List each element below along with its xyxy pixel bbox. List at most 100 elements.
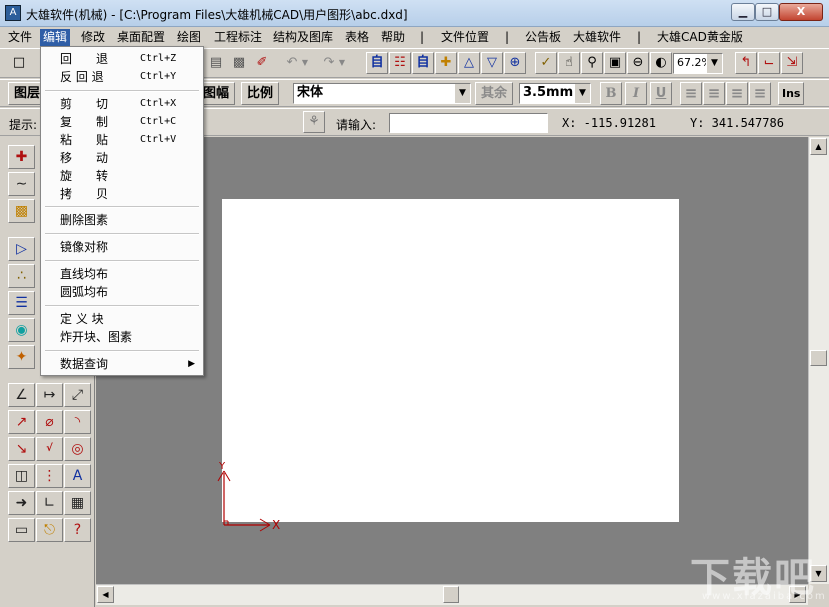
block-icon[interactable]: ◫ (8, 464, 35, 488)
menu-item-data-query[interactable]: 数据查询 ▶ (43, 355, 201, 373)
underline-button[interactable]: U (650, 82, 672, 105)
redo-dropdown-icon[interactable]: ▼ (336, 52, 348, 74)
text-edit-icon[interactable]: 自 (366, 52, 388, 74)
orthogonal-icon[interactable]: ⌙ (758, 52, 780, 74)
menu-help[interactable]: 帮助 (378, 29, 408, 46)
rectangle-icon[interactable]: ▭ (8, 518, 35, 542)
undo-dropdown-icon[interactable]: ▼ (299, 52, 311, 74)
arc-dim-icon[interactable]: ◝ (64, 410, 91, 434)
paste-icon[interactable]: ▤ (205, 52, 227, 74)
new-file-icon[interactable]: □ (8, 52, 30, 74)
menu-desktop-config[interactable]: 桌面配置 (114, 29, 168, 46)
coordinate-icon[interactable]: ⇲ (781, 52, 803, 74)
menu-structure-library[interactable]: 结构及图库 (270, 29, 336, 46)
menu-item-delete-entity[interactable]: 删除图素 (43, 211, 201, 229)
radius-dim-icon[interactable]: ↗ (8, 410, 35, 434)
menu-item-mirror[interactable]: 镜像对称 (43, 238, 201, 256)
menu-gold-edition[interactable]: 大雄CAD黄金版 (654, 29, 746, 46)
app-icon[interactable]: A (5, 5, 21, 21)
redraw-icon[interactable]: ↰ (735, 52, 757, 74)
center-line-icon[interactable]: ⋮ (36, 464, 63, 488)
font-select[interactable]: 宋体 ▼ (293, 83, 471, 104)
zoom-select[interactable]: 67.2% ▼ (673, 53, 723, 74)
text-style-icon[interactable]: 自 (412, 52, 434, 74)
snap-point-icon[interactable]: ✚ (435, 52, 457, 74)
menu-item-undo[interactable]: 回 退 Ctrl+Z (43, 50, 201, 68)
vertical-scroll-thumb[interactable] (810, 350, 827, 366)
triangle-icon[interactable]: ▽ (481, 52, 503, 74)
menu-file-location[interactable]: 文件位置 (438, 29, 492, 46)
menu-item-paste[interactable]: 粘 贴 Ctrl+V (43, 131, 201, 149)
text-size-select[interactable]: 3.5mm ▼ (519, 83, 591, 104)
scroll-up-icon[interactable]: ▲ (810, 138, 827, 155)
align-justify-icon[interactable]: ≡ (749, 82, 771, 105)
close-button[interactable]: X (779, 3, 823, 21)
menu-item-arc-array[interactable]: 圆弧均布 (43, 283, 201, 301)
scroll-left-icon[interactable]: ◀ (97, 586, 114, 603)
curve-icon[interactable]: ∼ (8, 172, 35, 196)
symbol-icon[interactable]: ⊕ (504, 52, 526, 74)
zoom-extents-icon[interactable]: ▣ (604, 52, 626, 74)
align-center-icon[interactable]: ≡ (703, 82, 725, 105)
minimize-button[interactable]: ▁ (731, 3, 755, 21)
menu-dimension[interactable]: 工程标注 (211, 29, 265, 46)
arrow-icon[interactable]: ➜ (8, 491, 35, 515)
leader-icon[interactable]: ↘ (8, 437, 35, 461)
help-icon[interactable]: ? (64, 518, 91, 542)
menu-table[interactable]: 表格 (342, 29, 372, 46)
pattern-icon[interactable]: ☷ (389, 52, 411, 74)
zoom-pan-icon[interactable]: ☝ (558, 52, 580, 74)
bolt-icon[interactable]: ⎋ (36, 518, 63, 542)
angle-dim-icon[interactable]: ∠ (8, 383, 35, 407)
bold-button[interactable]: B (600, 82, 622, 105)
scale-button[interactable]: 比例 (241, 82, 280, 105)
array-icon[interactable]: ∴ (8, 264, 35, 288)
menu-file[interactable]: 文件 (5, 29, 35, 46)
weld-icon[interactable]: ◎ (64, 437, 91, 461)
menu-item-redo[interactable]: 反 回 退 Ctrl+Y (43, 68, 201, 86)
menu-daxiong-software[interactable]: 大雄软件 (570, 29, 624, 46)
font-dropdown-icon[interactable]: ▼ (454, 84, 470, 103)
roughness-icon[interactable]: √ (36, 437, 63, 461)
command-icon[interactable]: ⚘ (303, 111, 325, 133)
menu-item-linear-array[interactable]: 直线均布 (43, 265, 201, 283)
vertical-scrollbar[interactable]: ▲ ▼ (808, 137, 829, 584)
zoom-window-icon[interactable]: ⚲ (581, 52, 603, 74)
menu-bulletin[interactable]: 公告板 (522, 29, 564, 46)
align-left-icon[interactable]: ≡ (680, 82, 702, 105)
menu-draw[interactable]: 绘图 (174, 29, 204, 46)
menu-modify[interactable]: 修改 (78, 29, 108, 46)
point-icon[interactable]: ✚ (8, 145, 35, 169)
menu-item-explode[interactable]: 炸开块、图素 (43, 328, 201, 346)
hatch-icon[interactable]: ▩ (8, 199, 35, 223)
mirror-icon[interactable]: ▷ (8, 237, 35, 261)
clipboard-icon[interactable]: ▩ (228, 52, 250, 74)
aligned-dim-icon[interactable]: ⤢ (64, 383, 91, 407)
text-size-dropdown-icon[interactable]: ▼ (574, 84, 590, 103)
zoom-dropdown-icon[interactable]: ▼ (706, 54, 722, 73)
menu-item-define-block[interactable]: 定 义 块 (43, 310, 201, 328)
linear-dim-icon[interactable]: ↦ (36, 383, 63, 407)
align-right-icon[interactable]: ≡ (726, 82, 748, 105)
menu-item-duplicate[interactable]: 拷 贝 (43, 185, 201, 203)
menu-item-cut[interactable]: 剪 切 Ctrl+X (43, 95, 201, 113)
layer-list-icon[interactable]: ☰ (8, 291, 35, 315)
brush-icon[interactable]: ✐ (251, 52, 273, 74)
menu-item-copy[interactable]: 复 制 Ctrl+C (43, 113, 201, 131)
dimension-tool-icon[interactable]: △ (458, 52, 480, 74)
other-button[interactable]: 其余 (475, 82, 514, 105)
italic-button[interactable]: I (625, 82, 647, 105)
maximize-button[interactable]: □ (755, 3, 779, 21)
title-bar[interactable]: A 大雄软件(机械) - [C:\Program Files\大雄机械CAD\用… (0, 0, 829, 27)
horizontal-scroll-thumb[interactable] (443, 586, 459, 603)
table-icon[interactable]: ▦ (64, 491, 91, 515)
zoom-out-icon[interactable]: ⊖ (627, 52, 649, 74)
circles-icon[interactable]: ◉ (8, 318, 35, 342)
zoom-realtime-icon[interactable]: ◐ (650, 52, 672, 74)
wand-icon[interactable]: ✦ (8, 345, 35, 369)
chart-axis-icon[interactable]: ∟ (36, 491, 63, 515)
insert-button[interactable]: Ins (778, 82, 805, 105)
menu-edit[interactable]: 编辑 (40, 29, 71, 46)
menu-item-rotate[interactable]: 旋 转 (43, 167, 201, 185)
command-input[interactable] (389, 113, 548, 133)
